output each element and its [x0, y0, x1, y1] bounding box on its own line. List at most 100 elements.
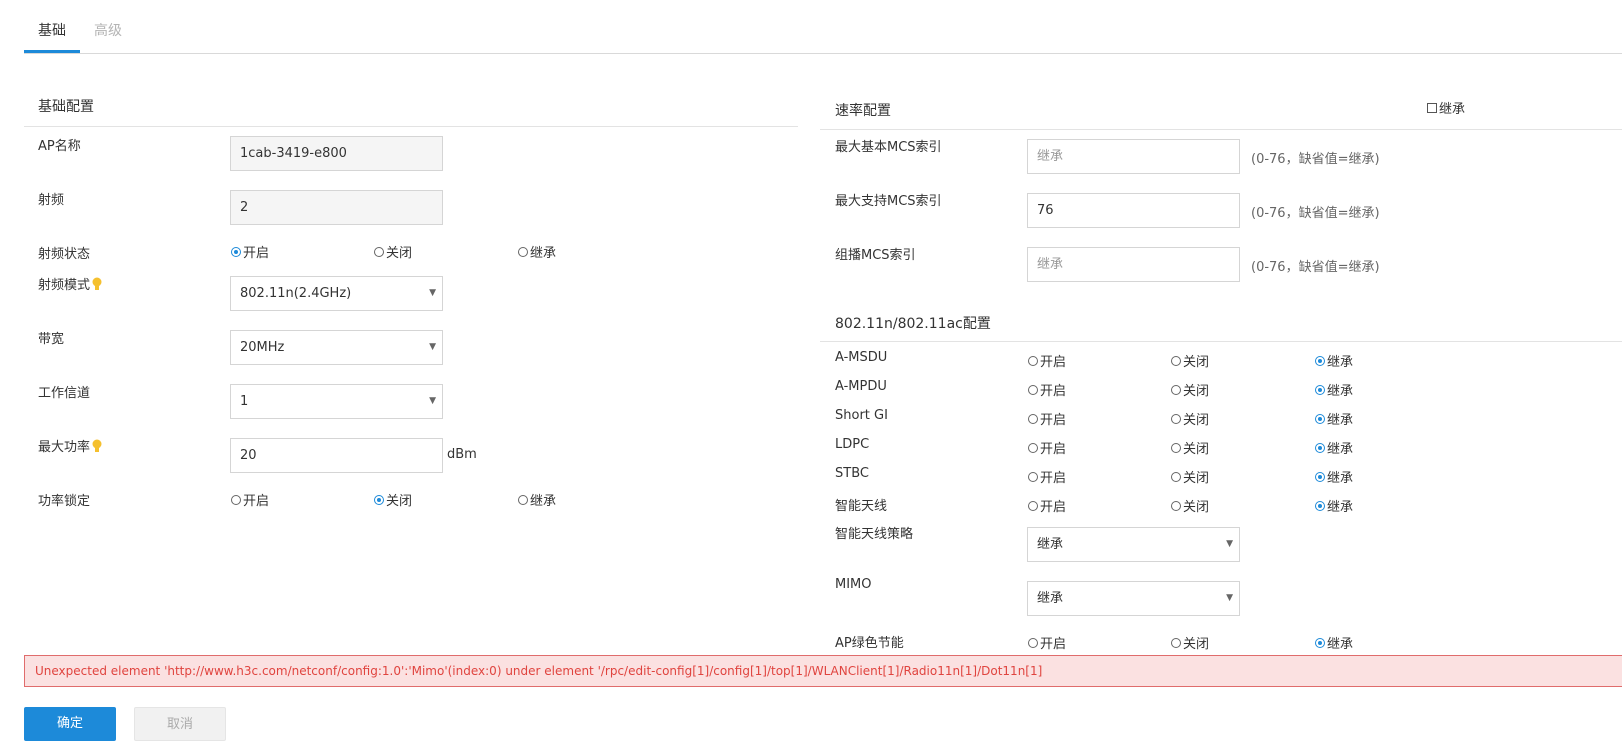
lightbulb-icon[interactable] [92, 277, 102, 291]
max-support-mcs-field[interactable]: 76 [1027, 193, 1240, 228]
ok-button[interactable]: 确定 [24, 707, 116, 741]
power-lock-inherit[interactable]: 继承 [518, 490, 556, 509]
option-label: 继承 [1327, 442, 1354, 457]
radio-mode-select[interactable]: 802.11n(2.4GHz) ▼ [230, 276, 443, 311]
smart-antenna-policy-label: 智能天线策略 [835, 527, 914, 542]
max-basic-mcs-field[interactable]: 继承 [1027, 139, 1240, 174]
dot11n-row-option[interactable]: 关闭 [1171, 496, 1209, 515]
radio-selected-icon [1315, 500, 1325, 511]
rate-inherit-checkbox[interactable]: 继承 [1427, 98, 1465, 117]
radio-icon [1028, 355, 1038, 366]
radio-selected-icon [1315, 442, 1325, 453]
radio-icon [1028, 637, 1038, 648]
option-label: 继承 [1327, 413, 1354, 428]
option-label: 关闭 [1183, 355, 1210, 370]
basic-config-title: 基础配置 [38, 99, 94, 115]
radio-selected-icon [1315, 413, 1325, 424]
option-label: 关闭 [1183, 384, 1210, 399]
radio-selected-icon [374, 494, 384, 505]
dot11n-row-option[interactable]: 关闭 [1171, 380, 1209, 399]
bandwidth-label: 带宽 [38, 332, 65, 347]
dot11n-row-option[interactable]: 继承 [1315, 409, 1353, 428]
bandwidth-select[interactable]: 20MHz ▼ [230, 330, 443, 365]
multicast-mcs-field[interactable]: 继承 [1027, 247, 1240, 282]
ap-green-on[interactable]: 开启 [1028, 633, 1066, 652]
radio-icon [1028, 471, 1038, 482]
tab-basic[interactable]: 基础 [38, 20, 66, 40]
dot11n-row-option[interactable]: 继承 [1315, 438, 1353, 457]
multicast-mcs-hint: (0-76，缺省值=继承) [1251, 260, 1380, 275]
dot11n-row-option[interactable]: 开启 [1028, 438, 1066, 457]
chevron-down-icon: ▼ [1226, 593, 1233, 603]
radio-mode-label-wrap: 射频模式 [38, 274, 102, 293]
option-label: 继承 [530, 494, 557, 509]
dot11n-row-label: STBC [835, 466, 869, 481]
channel-value: 1 [240, 394, 249, 409]
checkbox-icon [1427, 102, 1437, 113]
radio-mode-value: 802.11n(2.4GHz) [240, 286, 352, 301]
option-label: 开启 [1040, 355, 1067, 370]
dot11n-row-label: A-MPDU [835, 379, 887, 394]
option-label: 开启 [243, 494, 270, 509]
chevron-down-icon: ▼ [429, 396, 436, 406]
channel-select[interactable]: 1 ▼ [230, 384, 443, 419]
power-lock-on[interactable]: 开启 [231, 490, 269, 509]
dot11n-row-option[interactable]: 开启 [1028, 351, 1066, 370]
radio-status-on[interactable]: 开启 [231, 242, 269, 261]
error-message-bar: Unexpected element 'http://www.h3c.com/n… [24, 655, 1622, 687]
radio-icon [374, 246, 384, 257]
option-label: 继承 [1327, 500, 1354, 515]
smart-antenna-policy-select[interactable]: 继承 ▼ [1027, 527, 1240, 562]
radio-icon [1171, 384, 1181, 395]
dot11n-row-option[interactable]: 开启 [1028, 467, 1066, 486]
max-power-field[interactable]: 20 [230, 438, 443, 473]
dot11n-row-option[interactable]: 继承 [1315, 380, 1353, 399]
dot11n-row-label: Short GI [835, 408, 888, 423]
radio-icon [231, 494, 241, 505]
lightbulb-icon[interactable] [92, 439, 102, 453]
radio-icon [1028, 442, 1038, 453]
option-label: 关闭 [386, 494, 413, 509]
radio-icon [518, 246, 528, 257]
radio-selected-icon [231, 246, 241, 257]
radio-status-inherit[interactable]: 继承 [518, 242, 556, 261]
ap-green-inherit[interactable]: 继承 [1315, 633, 1353, 652]
dot11n-row-option[interactable]: 关闭 [1171, 409, 1209, 428]
radio-icon [1171, 355, 1181, 366]
option-label: 开启 [1040, 637, 1067, 652]
radio-selected-icon [1315, 471, 1325, 482]
dot11n-row-option[interactable]: 开启 [1028, 380, 1066, 399]
dot11n-row-option[interactable]: 继承 [1315, 351, 1353, 370]
ap-green-label: AP绿色节能 [835, 636, 904, 651]
ap-name-field[interactable]: 1cab-3419-e800 [230, 136, 443, 171]
radio-status-off[interactable]: 关闭 [374, 242, 412, 261]
dot11n-row-option[interactable]: 继承 [1315, 467, 1353, 486]
chevron-down-icon: ▼ [429, 288, 436, 298]
tabs-divider [24, 53, 1622, 54]
dot11n-row-option[interactable]: 继承 [1315, 496, 1353, 515]
dot11n-row-option[interactable]: 关闭 [1171, 351, 1209, 370]
mimo-label: MIMO [835, 577, 872, 592]
power-lock-off[interactable]: 关闭 [374, 490, 412, 509]
option-label: 继承 [1327, 471, 1354, 486]
error-message: Unexpected element 'http://www.h3c.com/n… [35, 664, 1043, 678]
rate-config-divider [820, 129, 1622, 130]
rate-inherit-label: 继承 [1439, 102, 1466, 117]
dot11n-row-option[interactable]: 开启 [1028, 409, 1066, 428]
radio-icon [1171, 442, 1181, 453]
option-label: 开启 [1040, 384, 1067, 399]
tab-advanced[interactable]: 高级 [94, 20, 122, 40]
dot11n-row-option[interactable]: 关闭 [1171, 467, 1209, 486]
dot11n-row-option[interactable]: 关闭 [1171, 438, 1209, 457]
cancel-button[interactable]: 取消 [134, 707, 226, 741]
dot11n-row-label: A-MSDU [835, 350, 888, 365]
dot11n-config-divider [820, 341, 1622, 342]
max-support-mcs-hint: (0-76，缺省值=继承) [1251, 206, 1380, 221]
mimo-select[interactable]: 继承 ▼ [1027, 581, 1240, 616]
dot11n-row-option[interactable]: 开启 [1028, 496, 1066, 515]
radio-selected-icon [1315, 637, 1325, 648]
ap-green-off[interactable]: 关闭 [1171, 633, 1209, 652]
option-label: 关闭 [1183, 442, 1210, 457]
radio-field[interactable]: 2 [230, 190, 443, 225]
dot11n-config-title: 802.11n/802.11ac配置 [835, 316, 991, 332]
